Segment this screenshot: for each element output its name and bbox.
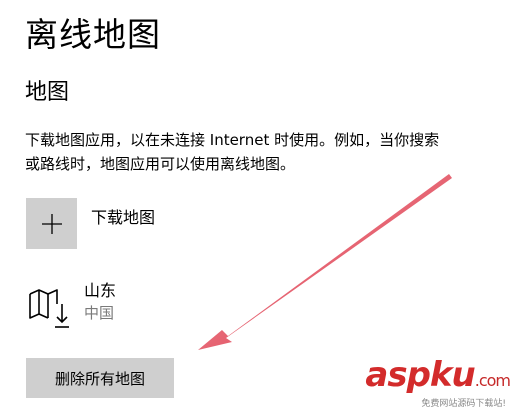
watermark: aspku.com 免费网站源码下载站! (340, 355, 511, 409)
watermark-domain: .com (474, 371, 511, 390)
map-region: 中国 (84, 304, 115, 322)
section-title: 地图 (25, 80, 70, 105)
download-maps-label: 下载地图 (91, 208, 156, 227)
map-name: 山东 (84, 281, 117, 300)
map-download-icon (29, 289, 69, 328)
description-line-1: 下载地图应用，以在未连接 Internet 时使用。例如，当你搜索 (25, 131, 440, 149)
watermark-tagline: 免费网站源码下载站! (421, 399, 506, 409)
downloaded-map-item[interactable]: 山东 中国 (28, 280, 116, 332)
watermark-brand: aspku (365, 355, 475, 395)
plus-icon (26, 198, 77, 249)
download-maps-button[interactable]: 下载地图 (26, 198, 155, 249)
description-line-2: 或路线时，地图应用可以使用离线地图。 (25, 155, 296, 173)
section-description: 下载地图应用，以在未连接 Internet 时使用。例如，当你搜索 或路线时，地… (25, 128, 518, 176)
page-title: 离线地图 (25, 15, 161, 54)
delete-all-maps-button[interactable]: 删除所有地图 (26, 358, 174, 398)
